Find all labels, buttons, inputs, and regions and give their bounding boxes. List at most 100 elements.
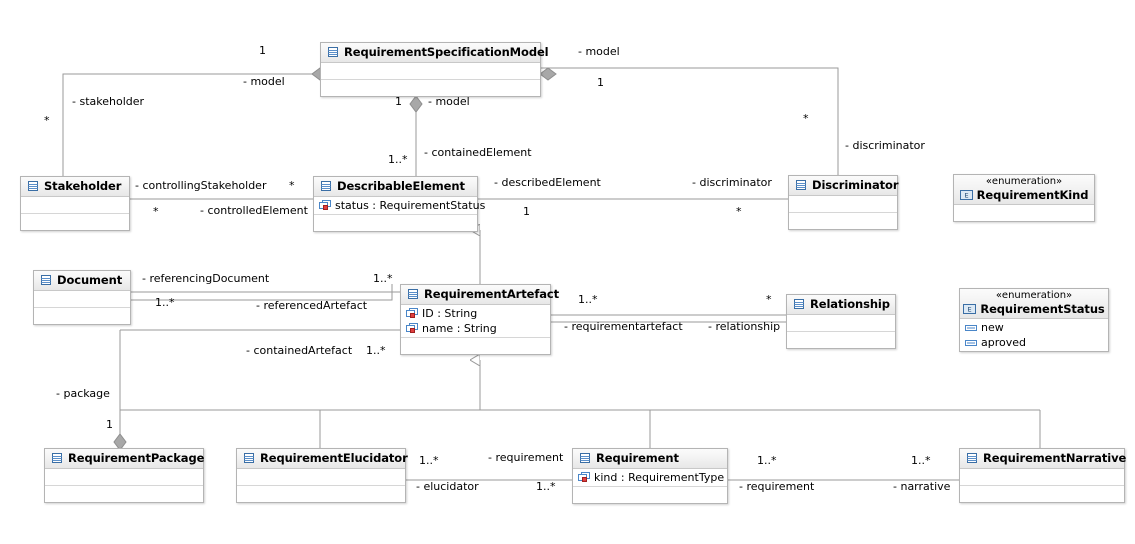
attributes-compartment: kind : RequirementType: [573, 469, 727, 486]
operations-compartment: [34, 307, 130, 324]
class-header: RequirementPackage: [45, 449, 204, 469]
operations-compartment: [573, 486, 727, 503]
role-label-discriminator-right: - discriminator: [845, 139, 925, 152]
class-icon: [51, 452, 63, 464]
enumeration-header: «enumeration» E RequirementStatus: [960, 289, 1108, 319]
class-header: Stakeholder: [21, 177, 129, 197]
literal-icon: [965, 339, 977, 347]
role-label-describedelement: - describedElement: [494, 176, 601, 189]
class-name: Document: [57, 273, 123, 287]
aggregation-diamonds: [113, 67, 557, 451]
class-box-requirementpackage[interactable]: RequirementPackage: [44, 448, 204, 503]
role-label-requirement-right: - requirement: [739, 480, 815, 493]
class-name: RequirementArtefact: [424, 287, 559, 301]
attributes-compartment: [34, 291, 130, 307]
multiplicity-controlledelement: *: [153, 205, 159, 218]
class-icon: [579, 452, 591, 464]
multiplicity-controllingstakeholder: *: [289, 179, 295, 192]
operations-compartment: [787, 331, 895, 348]
role-label-model-right: - model: [578, 45, 620, 58]
multiplicity-discriminator-right: *: [803, 112, 809, 125]
enumeration-name: RequirementKind: [976, 188, 1089, 202]
role-label-discriminator-mid: - discriminator: [692, 176, 772, 189]
multiplicity-describedelement: 1: [523, 205, 530, 218]
operations-compartment: [314, 214, 477, 231]
role-label-referencingdocument: - referencingDocument: [142, 272, 270, 285]
role-label-package: - package: [56, 387, 110, 400]
attribute-label: status : RequirementStatus: [335, 199, 486, 212]
class-name: Requirement: [596, 451, 679, 465]
class-header: Relationship: [787, 295, 895, 315]
multiplicity-relationship: *: [766, 293, 772, 306]
role-label-containedartefact: - containedArtefact: [246, 344, 353, 357]
attributes-compartment: ID : String name : String: [401, 305, 550, 337]
multiplicity-package: 1: [106, 418, 113, 431]
enumeration-box-requirementkind[interactable]: «enumeration» E RequirementKind: [953, 174, 1095, 222]
enumeration-icon: E: [959, 189, 973, 201]
attributes-compartment: [21, 197, 129, 213]
enumeration-box-requirementstatus[interactable]: «enumeration» E RequirementStatus new ap…: [959, 288, 1109, 352]
role-label-referencedartefact: - referencedArtefact: [256, 299, 368, 312]
class-box-document[interactable]: Document: [33, 270, 131, 325]
role-label-requirement-left: - requirement: [488, 451, 564, 464]
role-label-model-mid: - model: [428, 95, 470, 108]
multiplicity-stakeholder: *: [44, 114, 50, 127]
attributes-compartment: [45, 469, 203, 485]
enum-literal-row: new: [964, 320, 1104, 335]
attribute-row: name : String: [405, 321, 546, 336]
multiplicity-referencingdocument: 1..*: [373, 272, 393, 285]
attribute-icon: [319, 200, 331, 211]
attributes-compartment: [321, 63, 540, 79]
class-header: Requirement: [573, 449, 727, 469]
class-header: RequirementElucidator: [237, 449, 408, 469]
class-box-requirementnarrative[interactable]: RequirementNarrative: [959, 448, 1126, 503]
operations-compartment: [21, 213, 129, 230]
class-icon: [327, 46, 339, 58]
enum-literal-label: aproved: [981, 336, 1026, 349]
class-name: RequirementElucidator: [260, 451, 408, 465]
class-box-requirement[interactable]: Requirement kind : RequirementType: [572, 448, 728, 504]
class-box-describableelement[interactable]: DescribableElement status : RequirementS…: [313, 176, 485, 232]
class-box-relationship[interactable]: Relationship: [786, 294, 896, 349]
operations-compartment: [789, 212, 897, 229]
attribute-row: kind : RequirementType: [577, 470, 725, 485]
multiplicity-model-right: 1: [597, 76, 604, 89]
literal-icon: [965, 324, 977, 332]
enum-literal-row: aproved: [964, 335, 1104, 350]
class-name: Stakeholder: [44, 179, 122, 193]
literals-compartment: new aproved: [960, 319, 1108, 351]
attribute-icon: [578, 472, 590, 483]
attributes-compartment: status : RequirementStatus: [314, 197, 485, 214]
multiplicity-requirement-left: 1..*: [419, 454, 439, 467]
multiplicity-referencedartefact: 1..*: [155, 296, 175, 309]
role-label-narrative: - narrative: [893, 480, 951, 493]
class-header: RequirementSpecificationModel: [321, 43, 549, 63]
operations-compartment: [321, 79, 540, 96]
role-label-requirementartefact: - requirementartefact: [564, 320, 683, 333]
attribute-label: ID : String: [422, 307, 478, 320]
attribute-row: ID : String: [405, 306, 546, 321]
class-header: Discriminator: [789, 176, 899, 196]
class-header: RequirementNarrative: [960, 449, 1126, 469]
enumeration-header: «enumeration» E RequirementKind: [954, 175, 1094, 205]
attribute-label: name : String: [422, 322, 497, 335]
class-box-stakeholder[interactable]: Stakeholder: [20, 176, 130, 231]
class-box-requirementelucidator[interactable]: RequirementElucidator: [236, 448, 408, 503]
enumeration-icon: E: [963, 303, 977, 315]
class-box-discriminator[interactable]: Discriminator: [788, 175, 899, 230]
attribute-icon: [406, 323, 418, 334]
operations-compartment: [401, 337, 550, 354]
attributes-compartment: [237, 469, 405, 485]
class-icon: [40, 274, 52, 286]
literals-compartment: [954, 205, 1094, 221]
attribute-label: kind : RequirementType: [594, 471, 725, 484]
attributes-compartment: [960, 469, 1124, 485]
attribute-row: status : RequirementStatus: [318, 198, 485, 213]
attributes-compartment: [787, 315, 895, 331]
class-box-requirementspecificationmodel[interactable]: RequirementSpecificationModel: [320, 42, 549, 97]
class-icon: [795, 179, 807, 191]
multiplicity-requirement-right: 1..*: [757, 454, 777, 467]
class-icon: [320, 180, 332, 192]
class-header: DescribableElement: [314, 177, 477, 197]
class-box-requirementartefact[interactable]: RequirementArtefact ID : String name: S…: [400, 284, 559, 355]
